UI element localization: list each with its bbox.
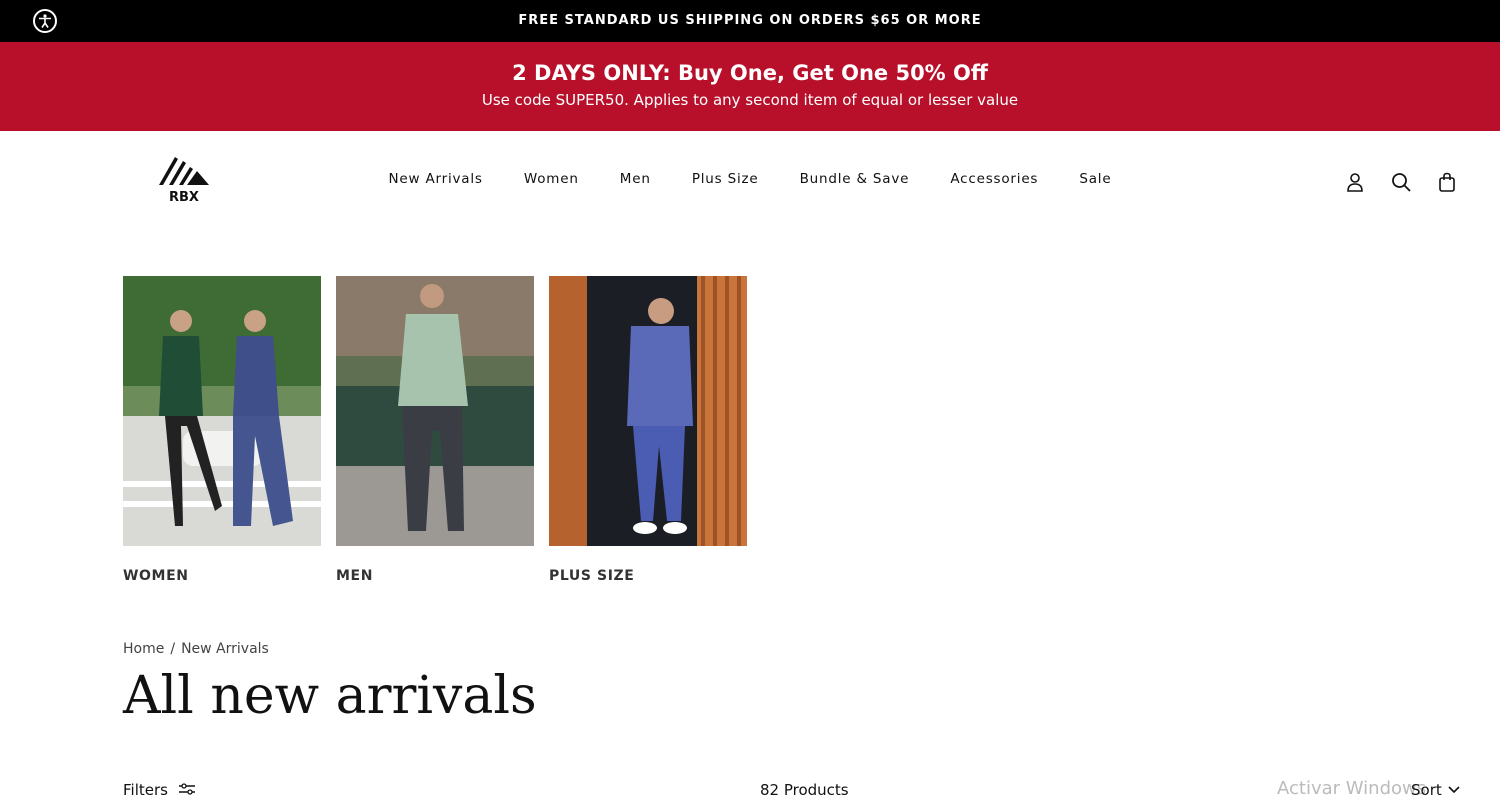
site-header: RBX New Arrivals Women Men Plus Size Bun…: [0, 131, 1500, 231]
promo-headline: 2 DAYS ONLY: Buy One, Get One 50% Off: [512, 61, 988, 85]
nav-sale[interactable]: Sale: [1079, 171, 1111, 187]
category-plus-size[interactable]: PLUS SIZE: [549, 276, 747, 584]
category-men[interactable]: MEN: [336, 276, 534, 584]
announcement-bar: FREE STANDARD US SHIPPING ON ORDERS $65 …: [0, 0, 1500, 42]
header-icons: [1344, 171, 1458, 193]
brand-text: RBX: [169, 190, 199, 203]
sort-dropdown[interactable]: Sort: [1411, 781, 1461, 799]
nav-bundle-save[interactable]: Bundle & Save: [800, 171, 910, 187]
women-category-image[interactable]: [123, 276, 321, 546]
filter-sliders-icon: [178, 781, 196, 799]
bag-icon[interactable]: [1436, 171, 1458, 193]
filters-button[interactable]: Filters: [123, 781, 196, 799]
breadcrumb-home[interactable]: Home: [123, 641, 164, 657]
account-icon[interactable]: [1344, 171, 1366, 193]
windows-activation-watermark: Activar Windows: [1277, 778, 1427, 799]
men-category-image[interactable]: [336, 276, 534, 546]
announcement-text: FREE STANDARD US SHIPPING ON ORDERS $65 …: [518, 13, 982, 28]
filters-label: Filters: [123, 781, 168, 799]
nav-men[interactable]: Men: [620, 171, 651, 187]
sort-label: Sort: [1411, 781, 1442, 799]
chevron-down-icon: [1447, 781, 1461, 799]
nav-new-arrivals[interactable]: New Arrivals: [389, 171, 483, 187]
breadcrumb-current: New Arrivals: [181, 641, 269, 657]
main-nav: New Arrivals Women Men Plus Size Bundle …: [0, 171, 1500, 187]
search-icon[interactable]: [1390, 171, 1412, 193]
breadcrumb: Home / New Arrivals: [123, 641, 269, 657]
page-title: All new arrivals: [123, 666, 537, 726]
category-women[interactable]: WOMEN: [123, 276, 321, 584]
category-label-women[interactable]: WOMEN: [123, 568, 321, 584]
product-count: 82 Products: [760, 781, 849, 799]
nav-plus-size[interactable]: Plus Size: [692, 171, 759, 187]
promo-subtext: Use code SUPER50. Applies to any second …: [481, 91, 1019, 109]
nav-women[interactable]: Women: [524, 171, 579, 187]
nav-accessories[interactable]: Accessories: [950, 171, 1038, 187]
breadcrumb-separator: /: [170, 641, 176, 657]
plus-size-category-image[interactable]: [549, 276, 747, 546]
category-tiles: WOMEN MEN PLUS SIZE: [123, 276, 747, 584]
promo-banner[interactable]: 2 DAYS ONLY: Buy One, Get One 50% Off Us…: [0, 42, 1500, 131]
category-label-plus-size[interactable]: PLUS SIZE: [549, 568, 747, 584]
category-label-men[interactable]: MEN: [336, 568, 534, 584]
